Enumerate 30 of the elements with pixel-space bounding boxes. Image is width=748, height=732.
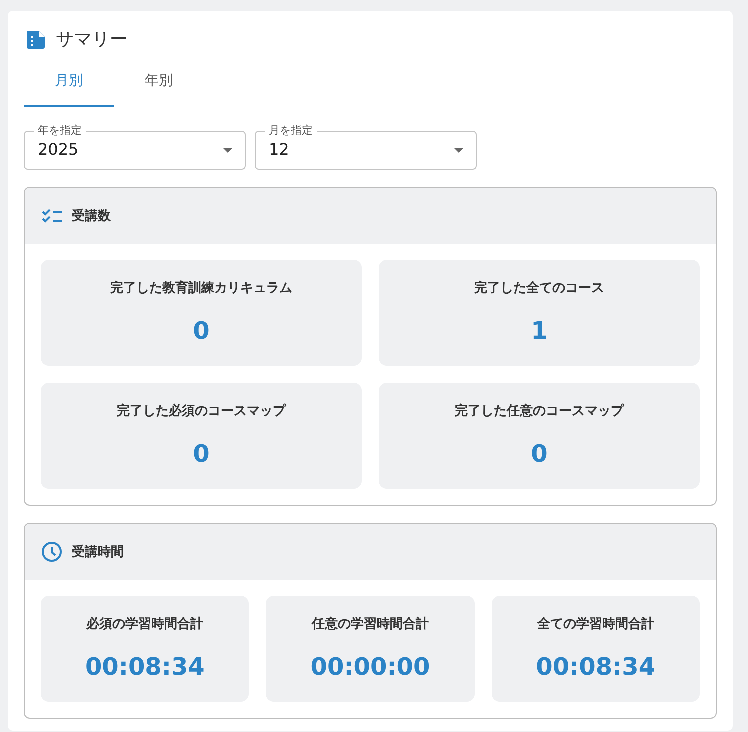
stat-label: 完了した必須のコースマップ xyxy=(117,402,286,421)
stat-label: 必須の学習時間合計 xyxy=(86,616,204,634)
stat-value: 1 xyxy=(531,316,548,347)
stat-label: 完了した全てのコース xyxy=(474,280,604,298)
stat-label: 完了した任意のコースマップ xyxy=(455,402,624,421)
stat-label: 完了した教育訓練カリキュラム xyxy=(110,280,292,298)
stat-label: 任意の学習時間合計 xyxy=(312,616,429,634)
tab[interactable]: 月別 xyxy=(24,59,114,107)
caret-icon xyxy=(223,148,233,152)
caret-icon xyxy=(454,148,464,152)
panel-title: 受講数 xyxy=(72,208,111,225)
stat-value: 0 xyxy=(193,316,210,347)
field-label: 月を指定 xyxy=(268,124,314,138)
dropdown-field[interactable]: 月を指定 12 xyxy=(255,124,477,170)
stat-value: 00:08:34 xyxy=(536,652,656,683)
panel-title: 受講時間 xyxy=(72,544,124,561)
dropdown-value: 2025 xyxy=(38,140,79,160)
checklist-icon xyxy=(42,208,62,224)
stat-label: 全ての学習時間合計 xyxy=(537,616,654,634)
stat-value: 0 xyxy=(193,439,210,470)
dropdown-field[interactable]: 年を指定 2025 xyxy=(24,124,246,170)
dropdown-value: 12 xyxy=(269,140,290,160)
tab[interactable]: 年別 xyxy=(114,59,204,107)
stat-value: 00:08:34 xyxy=(85,652,205,683)
page-title: サマリー xyxy=(56,28,128,52)
clock-icon xyxy=(42,542,62,562)
stat-value: 0 xyxy=(531,439,548,470)
document-icon xyxy=(27,31,45,49)
stat-value: 00:00:00 xyxy=(310,652,430,683)
field-label: 年を指定 xyxy=(37,124,83,138)
